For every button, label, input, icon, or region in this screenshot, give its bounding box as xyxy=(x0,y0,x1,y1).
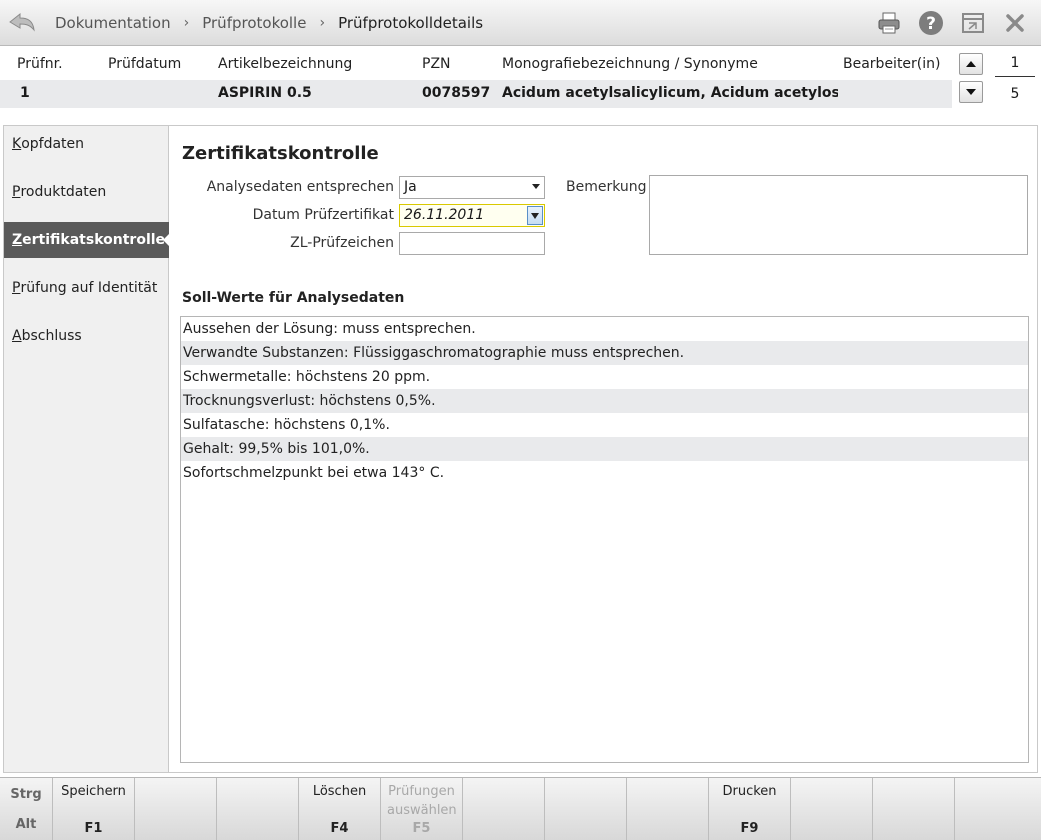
sidebar-item-produktdaten[interactable]: Produktdaten xyxy=(4,174,169,210)
fkey-code: F5 xyxy=(412,821,431,836)
analysedaten-value: Ja xyxy=(404,179,417,195)
modifier-alt[interactable]: Alt xyxy=(0,817,52,832)
cell-artikel: ASPIRIN 0.5 xyxy=(218,85,312,101)
breadcrumb-separator: › xyxy=(319,15,326,31)
fkey-f12-button[interactable] xyxy=(954,778,1041,840)
list-item[interactable]: Verwandte Substanzen: Flüssiggaschromato… xyxy=(181,341,1028,365)
page-down-button[interactable] xyxy=(959,81,983,103)
section-title: Zertifikatskontrolle xyxy=(182,143,379,164)
fkey-code: F9 xyxy=(740,821,759,836)
window-icon[interactable] xyxy=(957,8,989,38)
back-arrow-icon[interactable] xyxy=(6,8,38,36)
drucken-button[interactable]: Drucken F9 xyxy=(708,778,790,840)
modifier-strg[interactable]: Strg xyxy=(0,787,52,802)
pager-total: 5 xyxy=(1010,86,1020,102)
column-header-bearbeiter: Bearbeiter(in) xyxy=(843,56,941,72)
sidebar-item-accel: Z xyxy=(12,232,23,248)
datum-value: 26.11.2011 xyxy=(404,207,485,223)
header-columns-row: Prüfnr. Prüfdatum Artikelbezeichnung PZN… xyxy=(0,55,952,77)
breadcrumb-dokumentation[interactable]: Dokumentation xyxy=(55,14,171,32)
sidebar-item-accel: P xyxy=(12,184,21,200)
column-header-artikelbezeichnung: Artikelbezeichnung xyxy=(218,56,353,72)
sidebar-item-accel: K xyxy=(12,136,22,152)
modifier-keys: Strg Alt xyxy=(0,778,52,840)
fkey-f8-button[interactable] xyxy=(626,778,708,840)
loeschen-button[interactable]: Löschen F4 xyxy=(298,778,380,840)
cell-pruefnr: 1 xyxy=(20,85,30,101)
chevron-down-icon xyxy=(532,184,540,189)
breadcrumb-current: Prüfprotokolldetails xyxy=(338,14,484,32)
fkey-f11-button[interactable] xyxy=(872,778,954,840)
sidebar-item-label: roduktdaten xyxy=(20,184,107,200)
sidebar-item-accel: A xyxy=(12,328,22,344)
list-item[interactable]: Sofortschmelzpunkt bei etwa 143° C. xyxy=(181,461,1028,485)
sidebar-item-label: ertifikatskontrolle xyxy=(22,232,166,248)
triangle-up-icon xyxy=(966,61,976,67)
cell-monografie: Acidum acetylsalicylicum, Acidum acetylo… xyxy=(502,85,838,101)
fkey-f2-button[interactable] xyxy=(134,778,216,840)
sidebar-item-kopfdaten[interactable]: Kopfdaten xyxy=(4,126,169,162)
fkey-label: Speichern xyxy=(61,784,126,799)
list-item[interactable]: Sulfatasche: höchstens 0,1%. xyxy=(181,413,1028,437)
speichern-button[interactable]: Speichern F1 xyxy=(52,778,134,840)
pager-current: 1 xyxy=(1010,55,1020,71)
sidebar-item-accel: P xyxy=(12,280,21,296)
sidebar-item-label: bschluss xyxy=(21,328,82,344)
chevron-down-icon xyxy=(531,212,539,219)
sidebar-item-zertifikatskontrolle[interactable]: Zertifikatskontrolle xyxy=(4,222,170,258)
breadcrumb-separator: › xyxy=(183,15,190,31)
printer-icon[interactable] xyxy=(873,8,905,38)
calendar-dropdown-button[interactable] xyxy=(527,206,543,225)
soll-werte-list[interactable]: Aussehen der Lösung: muss entsprechen. V… xyxy=(180,316,1029,763)
fkey-label: Prüfungen auswählen xyxy=(387,784,457,818)
fkey-f6-button[interactable] xyxy=(462,778,544,840)
triangle-down-icon xyxy=(966,89,976,95)
cell-pzn: 0078597 xyxy=(422,85,491,101)
fkey-f3-button[interactable] xyxy=(216,778,298,840)
help-icon[interactable]: ? xyxy=(915,8,947,38)
table-row[interactable]: 1 ASPIRIN 0.5 0078597 Acidum acetylsalic… xyxy=(0,80,952,108)
function-key-bar: Strg Alt Speichern F1 Löschen F4 Prüfung… xyxy=(0,777,1041,840)
breadcrumb-pruefprotokolle[interactable]: Prüfprotokolle xyxy=(202,14,306,32)
sidebar-item-pruefung-identitaet[interactable]: Prüfung auf Identität xyxy=(4,270,169,306)
list-item[interactable]: Schwermetalle: höchstens 20 ppm. xyxy=(181,365,1028,389)
column-header-pzn: PZN xyxy=(422,56,451,72)
protocol-header-table: Prüfnr. Prüfdatum Artikelbezeichnung PZN… xyxy=(0,47,1041,123)
bemerkung-textarea[interactable] xyxy=(649,175,1028,255)
fkey-f10-button[interactable] xyxy=(790,778,872,840)
list-item[interactable]: Aussehen der Lösung: muss entsprechen. xyxy=(181,317,1028,341)
list-item[interactable]: Gehalt: 99,5% bis 101,0%. xyxy=(181,437,1028,461)
content-area: Zertifikatskontrolle Analysedaten entspr… xyxy=(170,126,1037,772)
fkey-label: Löschen xyxy=(312,784,367,799)
svg-text:?: ? xyxy=(926,14,936,34)
analysedaten-label: Analysedaten entsprechen xyxy=(206,179,394,195)
zl-label: ZL-Prüfzeichen xyxy=(290,235,394,251)
sidebar-item-label: opfdaten xyxy=(21,136,85,152)
list-item[interactable]: Trocknungsverlust: höchstens 0,5%. xyxy=(181,389,1028,413)
sidebar-item-abschluss[interactable]: Abschluss xyxy=(4,318,169,354)
bemerkung-label: Bemerkung xyxy=(566,179,647,195)
fkey-code: F1 xyxy=(84,821,103,836)
datum-pruefzertifikat-field[interactable]: 26.11.2011 xyxy=(399,204,545,227)
soll-werte-title: Soll-Werte für Analysedaten xyxy=(182,290,405,306)
fkey-label: Drucken xyxy=(722,784,777,799)
pruefungen-auswaehlen-button[interactable]: Prüfungen auswählen F5 xyxy=(380,778,462,840)
pager-divider xyxy=(995,76,1035,77)
close-icon[interactable] xyxy=(999,8,1031,38)
column-header-pruefdatum: Prüfdatum xyxy=(108,56,182,72)
main-panel: Kopfdaten Produktdaten Zertifikatskontro… xyxy=(3,125,1038,773)
sidebar-item-label: rüfung auf Identität xyxy=(20,280,158,296)
fkey-code: F4 xyxy=(330,821,349,836)
zl-pruefzeichen-field[interactable] xyxy=(399,232,545,255)
analysedaten-select[interactable]: Ja xyxy=(399,176,545,199)
column-header-monografie: Monografiebezeichnung / Synonyme xyxy=(502,56,758,72)
page-up-button[interactable] xyxy=(959,53,983,75)
breadcrumb: Dokumentation › Prüfprotokolle › Prüfpro… xyxy=(55,0,483,46)
title-bar: Dokumentation › Prüfprotokolle › Prüfpro… xyxy=(0,0,1041,46)
sidebar: Kopfdaten Produktdaten Zertifikatskontro… xyxy=(4,126,170,772)
column-header-pruefnr: Prüfnr. xyxy=(17,56,63,72)
datum-label: Datum Prüfzertifikat xyxy=(252,207,394,223)
fkey-f7-button[interactable] xyxy=(544,778,626,840)
